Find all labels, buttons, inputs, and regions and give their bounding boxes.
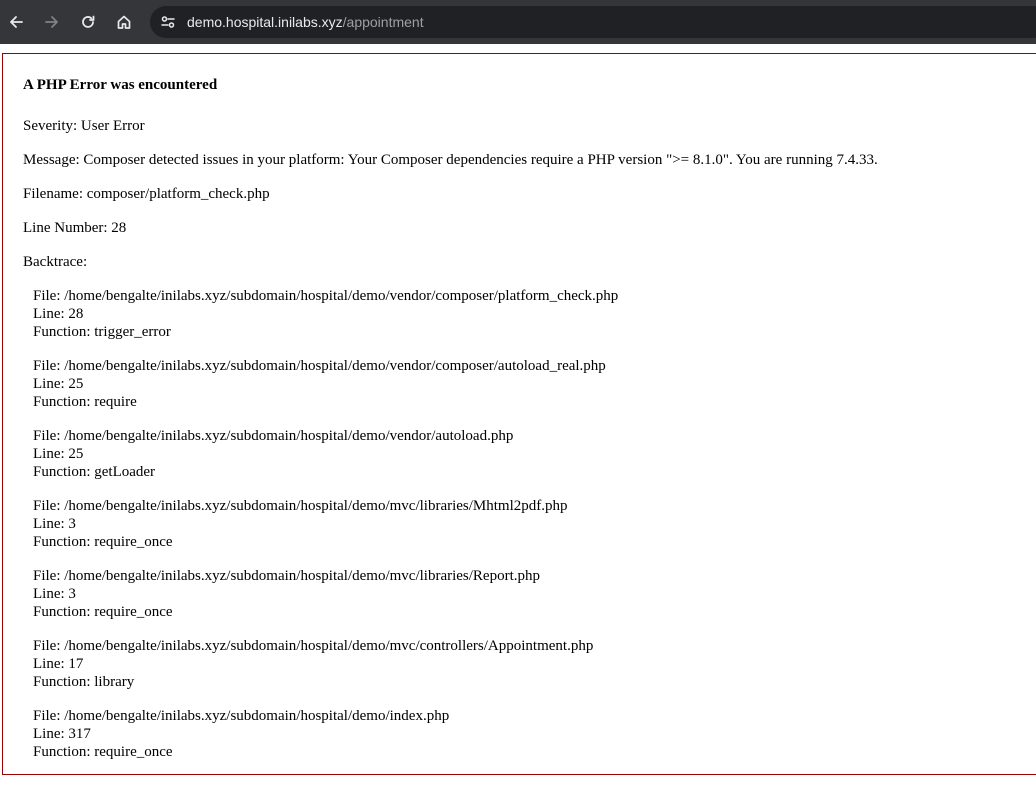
arrow-right-icon xyxy=(45,16,58,28)
backtrace-line: Line: 3 xyxy=(33,516,76,532)
backtrace-file: File: /home/bengalte/inilabs.xyz/subdoma… xyxy=(33,638,594,654)
backtrace-file: File: /home/bengalte/inilabs.xyz/subdoma… xyxy=(33,288,619,304)
backtrace-entry: File: /home/bengalte/inilabs.xyz/subdoma… xyxy=(33,567,540,621)
backtrace-function: Function: library xyxy=(33,674,135,690)
forward-button[interactable] xyxy=(40,10,64,34)
arrow-left-icon xyxy=(10,16,23,28)
backtrace-entry: File: /home/bengalte/inilabs.xyz/subdoma… xyxy=(33,357,606,411)
error-heading: A PHP Error was encountered xyxy=(23,77,218,93)
backtrace-line: Line: 25 xyxy=(33,376,84,392)
browser-toolbar: demo.hospital.inilabs.xyz/appointment xyxy=(0,0,1036,44)
url-host: demo.hospital.inilabs.xyz xyxy=(187,14,343,30)
error-severity: Severity: User Error xyxy=(23,118,145,134)
url-path: /appointment xyxy=(342,14,424,30)
backtrace-file: File: /home/bengalte/inilabs.xyz/subdoma… xyxy=(33,358,606,374)
reload-button[interactable] xyxy=(76,10,100,34)
reload-icon xyxy=(82,15,95,28)
error-filename: Filename: composer/platform_check.php xyxy=(23,186,270,202)
back-button[interactable] xyxy=(4,10,28,34)
backtrace-function: Function: trigger_error xyxy=(33,324,171,340)
address-bar[interactable]: demo.hospital.inilabs.xyz/appointment xyxy=(150,6,1036,38)
tune-icon xyxy=(161,16,175,28)
backtrace-file: File: /home/bengalte/inilabs.xyz/subdoma… xyxy=(33,428,514,444)
backtrace-entry: File: /home/bengalte/inilabs.xyz/subdoma… xyxy=(33,287,618,341)
backtrace-function: Function: require xyxy=(33,394,137,410)
backtrace-label: Backtrace: xyxy=(23,254,88,270)
home-icon xyxy=(117,15,131,29)
backtrace-line: Line: 17 xyxy=(33,656,84,672)
backtrace-file: File: /home/bengalte/inilabs.xyz/subdoma… xyxy=(33,568,540,584)
php-error-box: A PHP Error was encountered Severity: Us… xyxy=(2,53,1036,775)
backtrace-entry: File: /home/bengalte/inilabs.xyz/subdoma… xyxy=(33,427,513,481)
error-line-number: Line Number: 28 xyxy=(23,220,127,236)
url-text[interactable]: demo.hospital.inilabs.xyz/appointment xyxy=(187,13,424,31)
site-info-button[interactable] xyxy=(158,12,178,32)
backtrace-line: Line: 28 xyxy=(33,306,84,322)
backtrace-function: Function: require_once xyxy=(33,744,173,760)
backtrace-file: File: /home/bengalte/inilabs.xyz/subdoma… xyxy=(33,498,568,514)
backtrace-function: Function: getLoader xyxy=(33,464,156,480)
backtrace-entry: File: /home/bengalte/inilabs.xyz/subdoma… xyxy=(33,707,449,761)
error-message: Message: Composer detected issues in you… xyxy=(23,152,878,168)
backtrace-function: Function: require_once xyxy=(33,604,173,620)
backtrace-line: Line: 25 xyxy=(33,446,84,462)
home-button[interactable] xyxy=(112,10,136,34)
backtrace-entry: File: /home/bengalte/inilabs.xyz/subdoma… xyxy=(33,637,593,691)
backtrace-entry: File: /home/bengalte/inilabs.xyz/subdoma… xyxy=(33,497,568,551)
backtrace-file: File: /home/bengalte/inilabs.xyz/subdoma… xyxy=(33,708,450,724)
backtrace-line: Line: 317 xyxy=(33,726,91,742)
backtrace-function: Function: require_once xyxy=(33,534,173,550)
backtrace-line: Line: 3 xyxy=(33,586,76,602)
